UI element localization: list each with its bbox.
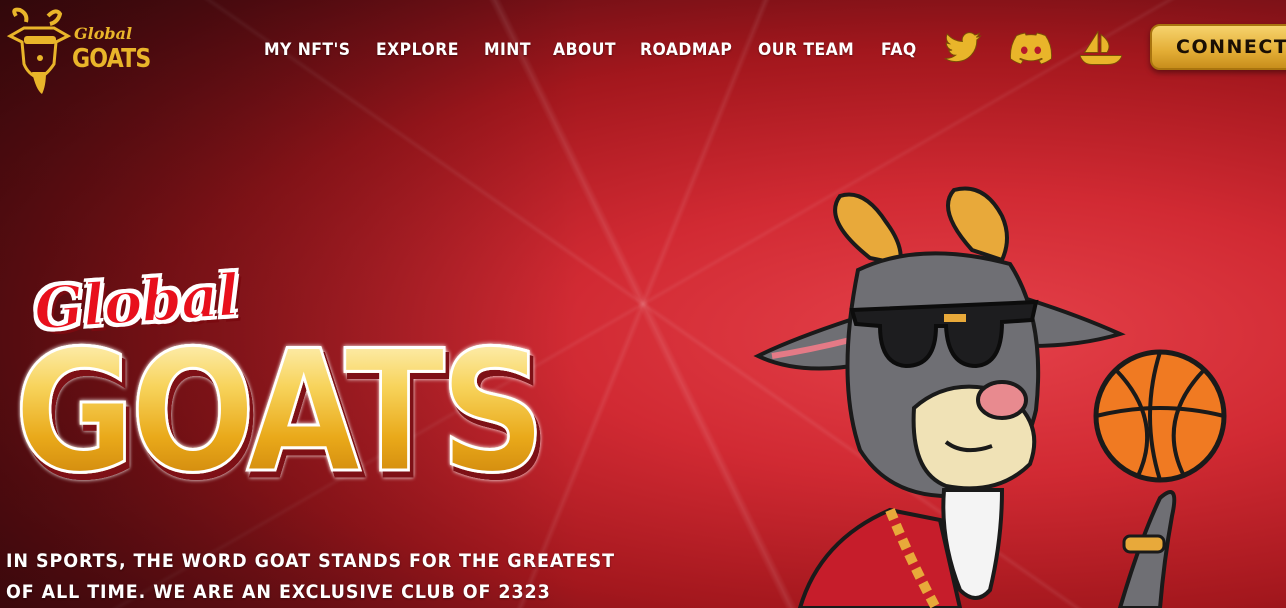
nav-about[interactable]: ABOUT (553, 40, 616, 60)
twitter-link[interactable] (942, 28, 984, 68)
goat-logo-icon (6, 7, 72, 94)
site-logo[interactable]: Global GOATS (6, 6, 151, 96)
hero-tagline-line2: OF ALL TIME. WE ARE AN EXCLUSIVE CLUB OF… (6, 581, 551, 603)
opensea-icon (1080, 31, 1122, 65)
opensea-link[interactable] (1080, 28, 1122, 68)
main-nav: MY NFT'S EXPLORE MINT ABOUT ROADMAP OUR … (264, 40, 937, 60)
hero-tagline-line1: IN SPORTS, THE WORD GOAT STANDS FOR THE … (6, 550, 615, 572)
discord-link[interactable] (1010, 28, 1052, 68)
hero-tagline: IN SPORTS, THE WORD GOAT STANDS FOR THE … (6, 546, 632, 608)
connect-wallet-button[interactable]: CONNECT (1150, 24, 1286, 70)
nav-roadmap[interactable]: ROADMAP (640, 40, 732, 60)
nav-explore[interactable]: EXPLORE (376, 40, 459, 60)
twitter-icon (944, 32, 982, 63)
nav-my-nfts[interactable]: MY NFT'S (264, 40, 351, 60)
logo-text-global: Global (74, 24, 133, 43)
hero-big-title: GOATS (13, 314, 548, 510)
goat-mascot-illustration (753, 186, 1227, 608)
discord-icon (1010, 32, 1052, 64)
logo-text-goats: GOATS (72, 44, 151, 74)
nav-faq[interactable]: FAQ (881, 40, 917, 60)
nav-mint[interactable]: MINT (484, 40, 531, 60)
nav-our-team[interactable]: OUR TEAM (758, 40, 854, 60)
